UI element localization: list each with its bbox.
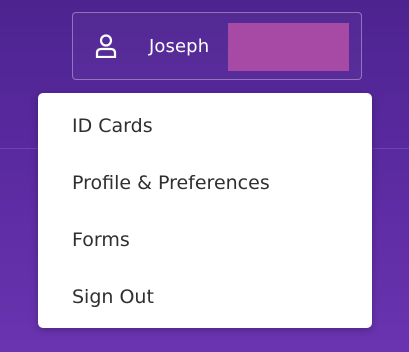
menu-item-sign-out[interactable]: Sign Out: [38, 269, 372, 325]
menu-item-profile-preferences[interactable]: Profile & Preferences: [38, 155, 372, 211]
user-name: Joseph: [149, 36, 210, 57]
redacted-surname: [228, 23, 349, 71]
user-icon: [95, 34, 117, 59]
account-menu-button[interactable]: Joseph: [72, 12, 362, 80]
menu-item-id-cards[interactable]: ID Cards: [38, 98, 372, 154]
menu-item-forms[interactable]: Forms: [38, 212, 372, 268]
account-dropdown-menu: ID Cards Profile & Preferences Forms Sig…: [38, 93, 372, 328]
